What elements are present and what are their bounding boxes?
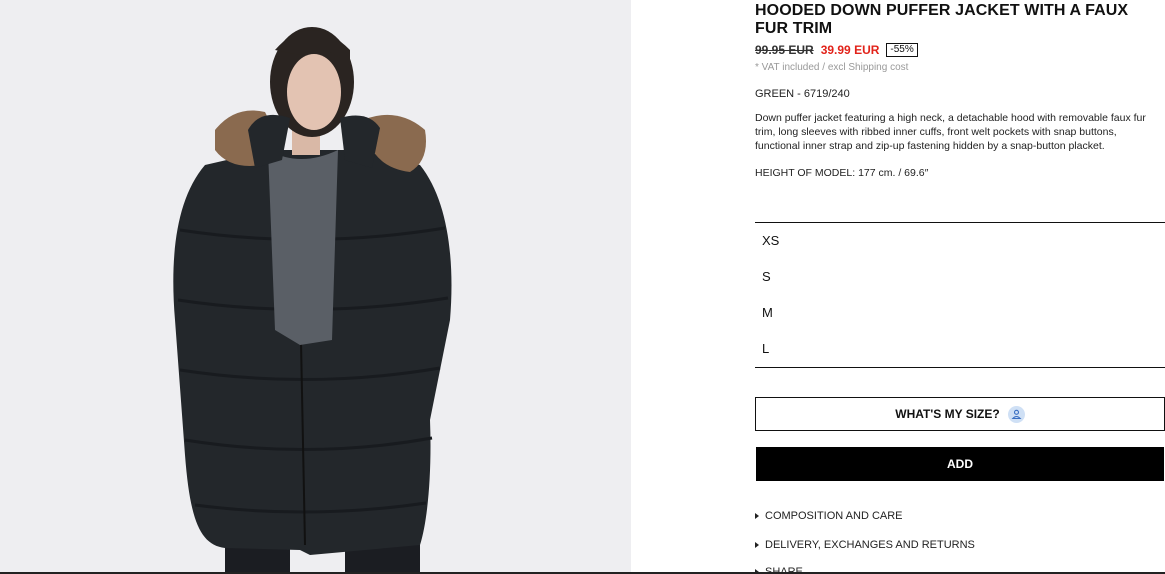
add-button-label: ADD <box>947 457 973 471</box>
add-to-cart-button[interactable]: ADD <box>756 447 1164 481</box>
whats-my-size-label: WHAT'S MY SIZE? <box>895 407 1000 421</box>
delivery-exchanges-returns-link[interactable]: DELIVERY, EXCHANGES AND RETURNS <box>755 539 975 551</box>
product-description: Down puffer jacket featuring a high neck… <box>755 112 1146 152</box>
size-option-xs[interactable]: XS <box>755 223 1165 259</box>
size-selector: XS S M L <box>755 222 1165 368</box>
whats-my-size-button[interactable]: WHAT'S MY SIZE? <box>755 397 1165 431</box>
model-height: HEIGHT OF MODEL: 177 cm. / 69.6″ <box>755 167 929 179</box>
size-option-m[interactable]: M <box>755 295 1165 331</box>
sale-price: 39.99 EUR <box>820 43 880 57</box>
triangle-right-icon <box>755 513 759 519</box>
discount-badge: -55% <box>886 43 918 57</box>
price-row: 99.95 EUR 39.99 EUR -55% <box>755 41 1165 59</box>
model-photo-illustration <box>0 0 631 574</box>
color-reference: GREEN - 6719/240 <box>755 88 850 100</box>
composition-and-care-link[interactable]: COMPOSITION AND CARE <box>755 510 903 522</box>
product-page: HOODED DOWN PUFFER JACKET WITH A FAUX FU… <box>0 0 1165 574</box>
size-option-l[interactable]: L <box>755 331 1165 367</box>
product-info: HOODED DOWN PUFFER JACKET WITH A FAUX FU… <box>755 0 1165 574</box>
person-icon <box>1007 405 1025 423</box>
vat-note: * VAT included / excl Shipping cost <box>755 62 909 73</box>
product-title: HOODED DOWN PUFFER JACKET WITH A FAUX FU… <box>755 2 1129 37</box>
size-option-s[interactable]: S <box>755 259 1165 295</box>
triangle-right-icon <box>755 542 759 548</box>
old-price: 99.95 EUR <box>755 43 814 57</box>
product-image[interactable] <box>0 0 631 574</box>
composition-label: COMPOSITION AND CARE <box>765 510 903 522</box>
delivery-label: DELIVERY, EXCHANGES AND RETURNS <box>765 539 975 551</box>
